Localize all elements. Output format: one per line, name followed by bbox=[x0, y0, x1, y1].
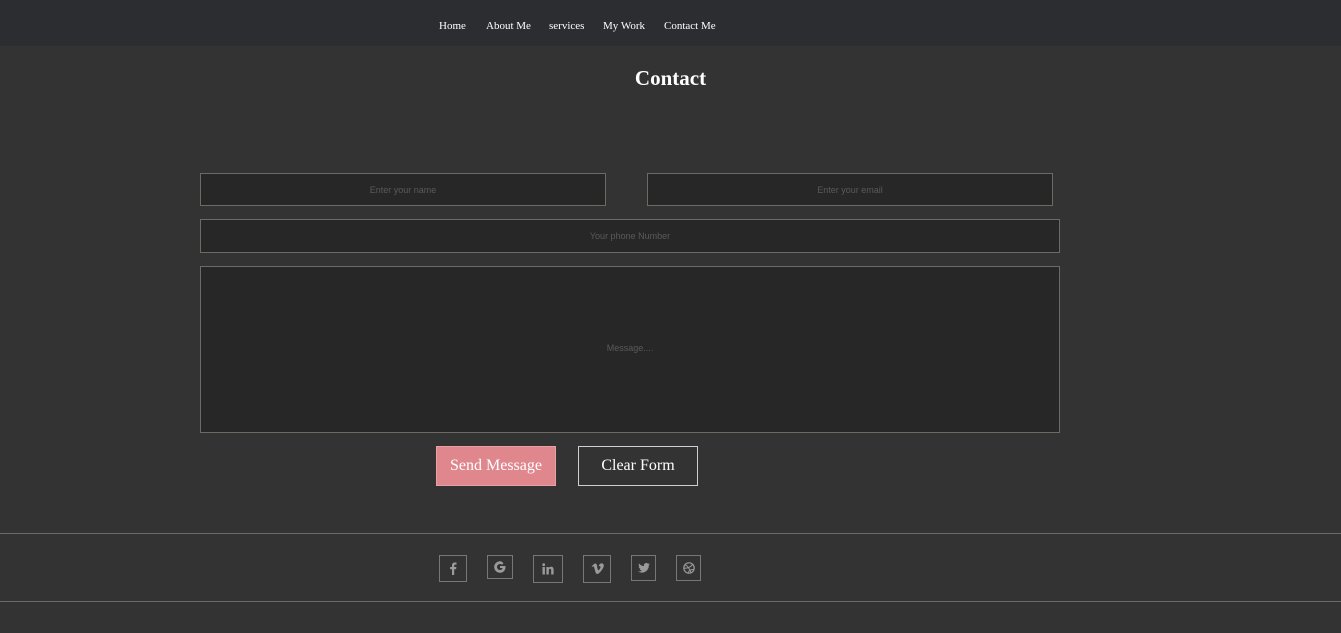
page-title: Contact bbox=[634, 66, 707, 90]
name-input[interactable] bbox=[200, 173, 606, 206]
nav-item-my-work[interactable]: My Work bbox=[603, 20, 645, 32]
footer-divider-bottom bbox=[0, 601, 1341, 602]
send-message-button[interactable]: Send Message bbox=[436, 446, 556, 486]
dribbble-icon[interactable] bbox=[676, 555, 701, 581]
linkedin-icon[interactable] bbox=[533, 555, 563, 583]
twitter-icon[interactable] bbox=[631, 555, 656, 581]
vimeo-icon[interactable] bbox=[583, 555, 611, 583]
nav-item-contact-me[interactable]: Contact Me bbox=[664, 20, 716, 32]
footer-divider-top bbox=[0, 533, 1341, 534]
message-textarea[interactable] bbox=[200, 266, 1060, 433]
phone-input[interactable] bbox=[200, 219, 1060, 253]
google-icon[interactable] bbox=[487, 555, 513, 579]
clear-form-button[interactable]: Clear Form bbox=[578, 446, 698, 486]
email-input[interactable] bbox=[647, 173, 1053, 206]
top-nav: Home About Me services My Work Contact M… bbox=[0, 0, 1341, 46]
nav-item-services[interactable]: services bbox=[549, 20, 584, 32]
nav-item-home[interactable]: Home bbox=[439, 20, 466, 32]
facebook-icon[interactable] bbox=[439, 555, 467, 582]
nav-item-about-me[interactable]: About Me bbox=[486, 20, 531, 32]
